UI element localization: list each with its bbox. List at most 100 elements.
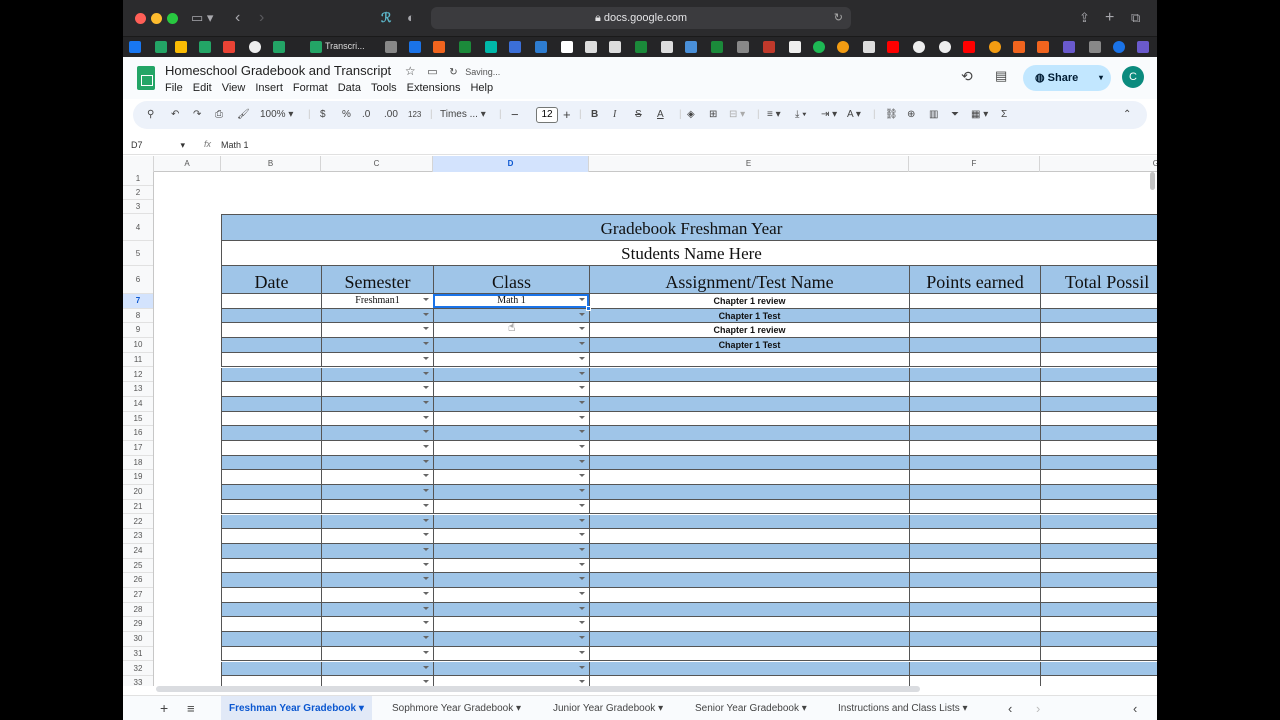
semester-cell[interactable] bbox=[321, 499, 433, 514]
bookmark-icon[interactable] bbox=[789, 41, 801, 53]
points-earned-cell[interactable] bbox=[909, 426, 1040, 440]
percent-format-button[interactable]: % bbox=[342, 107, 351, 123]
youtube-bookmark-icon[interactable] bbox=[887, 41, 899, 53]
move-folder-icon[interactable]: ▭ bbox=[427, 66, 437, 78]
dropdown-arrow-icon[interactable] bbox=[423, 298, 429, 301]
date-cell[interactable] bbox=[221, 338, 321, 352]
semester-cell[interactable] bbox=[321, 485, 433, 499]
header-total-possible[interactable]: Total Possil bbox=[1040, 266, 1157, 293]
paint-format-icon[interactable]: 🖌︎ bbox=[237, 107, 250, 123]
class-cell[interactable] bbox=[433, 558, 589, 573]
row-header[interactable]: 9 bbox=[123, 323, 153, 339]
close-window-button[interactable] bbox=[135, 13, 146, 24]
dropdown-arrow-icon[interactable] bbox=[579, 577, 585, 581]
comments-icon[interactable]: ▤ bbox=[995, 68, 1007, 84]
dropdown-arrow-icon[interactable] bbox=[579, 400, 585, 404]
class-cell[interactable] bbox=[433, 588, 589, 602]
name-box-dropdown-icon[interactable]: ▾ bbox=[181, 140, 186, 150]
points-earned-cell[interactable] bbox=[909, 294, 1040, 308]
points-earned-cell[interactable] bbox=[909, 588, 1040, 602]
row-header[interactable]: 28 bbox=[123, 603, 153, 618]
date-cell[interactable] bbox=[221, 382, 321, 396]
assignment-cell[interactable]: Chapter 1 review bbox=[589, 294, 909, 308]
points-earned-cell[interactable] bbox=[909, 573, 1040, 587]
dropdown-arrow-icon[interactable] bbox=[579, 636, 585, 640]
assignment-cell[interactable] bbox=[589, 382, 909, 396]
dropdown-arrow-icon[interactable] bbox=[579, 474, 585, 478]
assignment-cell[interactable] bbox=[589, 543, 909, 558]
currency-format-button[interactable]: $ bbox=[320, 107, 326, 123]
vertical-scrollbar[interactable] bbox=[1150, 172, 1155, 190]
horizontal-scrollbar[interactable] bbox=[156, 686, 920, 692]
google-bookmark-icon[interactable] bbox=[913, 41, 925, 53]
bookmark-icon[interactable] bbox=[837, 41, 849, 53]
dropdown-arrow-icon[interactable] bbox=[423, 606, 429, 610]
address-bar[interactable]: 🔒︎ docs.google.com ↻ bbox=[431, 7, 851, 29]
row-header[interactable]: 7 bbox=[123, 294, 153, 309]
dropdown-arrow-icon[interactable] bbox=[579, 386, 585, 390]
total-possible-cell[interactable] bbox=[1040, 338, 1157, 352]
dropdown-arrow-icon[interactable] bbox=[579, 445, 585, 448]
scroll-tabs-right-icon[interactable]: › bbox=[1036, 696, 1040, 720]
column-header-e[interactable]: E bbox=[589, 156, 909, 172]
assignment-cell[interactable] bbox=[589, 514, 909, 529]
semester-cell[interactable] bbox=[321, 470, 433, 485]
amazon-bookmark-icon[interactable] bbox=[609, 41, 621, 53]
dropdown-arrow-icon[interactable] bbox=[579, 371, 585, 375]
assignment-cell[interactable] bbox=[589, 441, 909, 455]
column-header-c[interactable]: C bbox=[321, 156, 433, 172]
row-header[interactable]: 17 bbox=[123, 441, 153, 456]
semester-cell[interactable] bbox=[321, 676, 433, 686]
increase-decimal-button[interactable]: .00 bbox=[384, 107, 398, 123]
class-cell[interactable] bbox=[433, 661, 589, 676]
transcript-bookmark[interactable]: Transcri... bbox=[325, 41, 365, 51]
sidebar-icon[interactable]: ▭ ▾ bbox=[191, 9, 213, 27]
assignment-cell[interactable] bbox=[589, 588, 909, 602]
dropdown-arrow-icon[interactable] bbox=[579, 606, 585, 610]
class-cell[interactable] bbox=[433, 426, 589, 440]
tab-overview-icon[interactable]: ⧉ bbox=[1131, 9, 1140, 27]
date-cell[interactable] bbox=[221, 646, 321, 661]
semester-cell[interactable] bbox=[321, 441, 433, 455]
spreadsheet-grid[interactable]: A B C D E F G 1 2 3 4 5 6 7 8 9 10 11 12 13 14 15 16 17 1… bbox=[123, 156, 1157, 686]
assignment-cell[interactable] bbox=[589, 411, 909, 426]
gmail-bookmark-icon[interactable] bbox=[223, 41, 235, 53]
column-header-a[interactable]: A bbox=[154, 156, 221, 172]
semester-cell[interactable] bbox=[321, 602, 433, 617]
row-header[interactable]: 32 bbox=[123, 662, 153, 677]
tab-menu-icon[interactable]: ▾ bbox=[963, 703, 968, 714]
class-cell[interactable] bbox=[433, 455, 589, 470]
dropdown-arrow-icon[interactable] bbox=[423, 400, 429, 404]
assignment-cell[interactable]: Chapter 1 Test bbox=[589, 338, 909, 352]
tab-menu-icon[interactable]: ▾ bbox=[359, 703, 364, 714]
row-header[interactable]: 30 bbox=[123, 632, 153, 647]
dropdown-arrow-icon[interactable] bbox=[423, 327, 429, 331]
assignment-cell[interactable] bbox=[589, 617, 909, 632]
name-box[interactable]: D7 ▾ bbox=[131, 140, 185, 151]
menu-view[interactable]: View bbox=[222, 82, 246, 94]
total-possible-cell[interactable] bbox=[1040, 367, 1157, 382]
semester-cell[interactable] bbox=[321, 323, 433, 338]
sheets-logo-icon[interactable] bbox=[137, 66, 155, 90]
date-cell[interactable] bbox=[221, 323, 321, 338]
menu-format[interactable]: Format bbox=[293, 82, 328, 94]
assignment-cell[interactable] bbox=[589, 646, 909, 661]
dropdown-arrow-icon[interactable] bbox=[579, 518, 585, 522]
total-possible-cell[interactable] bbox=[1040, 308, 1157, 323]
points-earned-cell[interactable] bbox=[909, 514, 1040, 529]
dropdown-arrow-icon[interactable] bbox=[579, 650, 585, 654]
search-icon[interactable]: ⚲ bbox=[147, 107, 154, 123]
tab-menu-icon[interactable]: ▾ bbox=[658, 703, 663, 714]
points-earned-cell[interactable] bbox=[909, 455, 1040, 470]
dropdown-arrow-icon[interactable] bbox=[423, 430, 429, 434]
semester-cell[interactable] bbox=[321, 455, 433, 470]
dropdown-arrow-icon[interactable] bbox=[423, 547, 429, 551]
points-earned-cell[interactable] bbox=[909, 323, 1040, 338]
filter-views-icon[interactable]: ▦ ▾ bbox=[971, 107, 988, 123]
total-possible-cell[interactable] bbox=[1040, 661, 1157, 676]
dropdown-arrow-icon[interactable] bbox=[579, 680, 585, 684]
total-possible-cell[interactable] bbox=[1040, 426, 1157, 440]
bookmark-icon[interactable] bbox=[561, 41, 573, 53]
date-cell[interactable] bbox=[221, 617, 321, 632]
semester-cell[interactable] bbox=[321, 382, 433, 396]
